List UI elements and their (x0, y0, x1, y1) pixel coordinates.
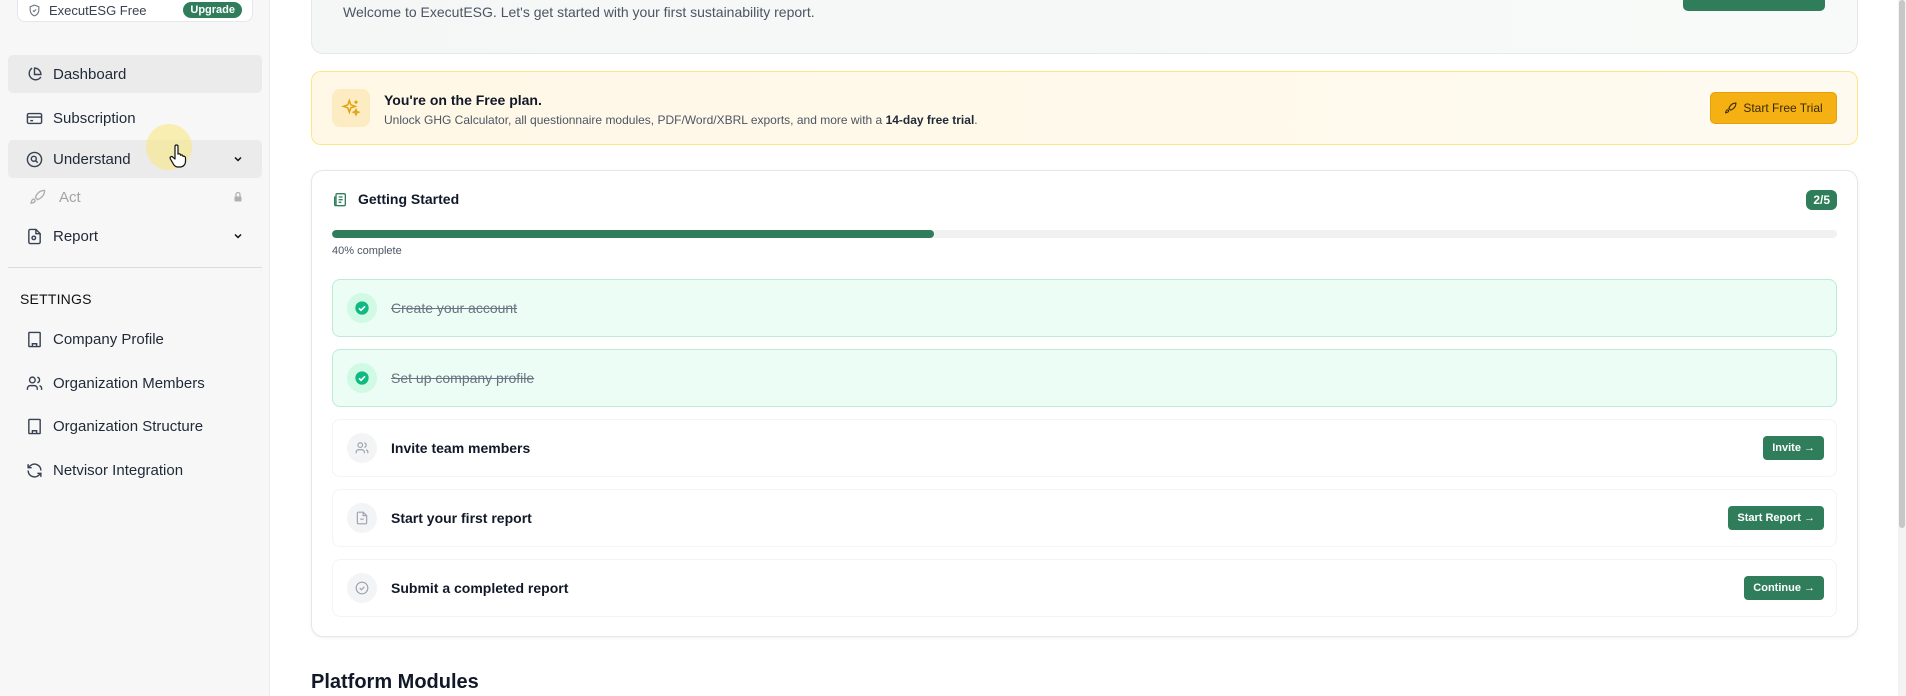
credit-card-icon (25, 109, 43, 127)
hand-pointer-icon (168, 144, 188, 168)
continue-button[interactable]: Continue → (1744, 576, 1824, 600)
welcome-card: Welcome to ExecutESG. Let's get started … (311, 0, 1858, 54)
welcome-action-button[interactable] (1683, 0, 1825, 11)
users-icon (347, 433, 377, 463)
check-circle-icon (347, 573, 377, 603)
progress-bar (332, 230, 1837, 238)
free-plan-description: Unlock GHG Calculator, all questionnaire… (384, 113, 978, 127)
nav-item-company-profile[interactable]: Company Profile (8, 320, 262, 358)
upgrade-button[interactable]: Upgrade (183, 2, 242, 18)
nav-item-organization-structure[interactable]: Organization Structure (8, 407, 262, 445)
step-create-account[interactable]: Create your account (332, 279, 1837, 337)
getting-started-card: Getting Started 2/5 40% complete Create … (311, 170, 1858, 637)
nav-label: Understand (53, 150, 131, 168)
rocket-icon (28, 188, 46, 206)
chevron-down-icon[interactable] (232, 153, 244, 165)
plan-name: ExecutESG Free (49, 2, 147, 18)
search-circle-icon (25, 150, 43, 168)
step-label: Submit a completed report (391, 580, 569, 596)
sidebar: ExecutESG Free Upgrade Dashboard Subscri… (0, 0, 270, 696)
welcome-text: Welcome to ExecutESG. Let's get started … (343, 4, 815, 20)
nav-label: Company Profile (53, 330, 164, 348)
sparkles-icon (332, 89, 370, 127)
nav-item-organization-members[interactable]: Organization Members (8, 364, 262, 402)
document-icon (347, 503, 377, 533)
building-icon (25, 330, 43, 348)
step-label: Set up company profile (391, 370, 535, 386)
platform-modules-heading: Platform Modules (311, 671, 479, 693)
check-circle-icon (347, 293, 377, 323)
check-circle-icon (347, 363, 377, 393)
page-scrollbar[interactable] (1898, 0, 1906, 696)
scrollbar-thumb[interactable] (1899, 0, 1905, 528)
progress-fill (332, 230, 934, 238)
nav-item-dashboard[interactable]: Dashboard (8, 55, 262, 93)
nav-label: Organization Members (53, 374, 205, 392)
step-label: Invite team members (391, 440, 531, 456)
clipboard-list-icon (332, 191, 348, 207)
shield-check-icon (28, 4, 41, 17)
nav-item-understand[interactable]: Understand (8, 140, 262, 178)
pie-chart-icon (25, 65, 43, 83)
step-submit-report[interactable]: Submit a completed report Continue → (332, 559, 1837, 617)
step-invite-team[interactable]: Invite team members Invite → (332, 419, 1837, 477)
nav-item-subscription[interactable]: Subscription (8, 99, 262, 137)
nav-label: Report (53, 227, 99, 245)
nav-label: Act (59, 188, 81, 206)
refresh-icon (25, 461, 43, 479)
building-icon (25, 417, 43, 435)
users-icon (25, 374, 43, 392)
step-label: Start your first report (391, 510, 532, 526)
progress-text: 40% complete (332, 245, 402, 257)
start-free-trial-button[interactable]: Start Free Trial (1710, 92, 1837, 124)
settings-heading: SETTINGS (20, 291, 92, 307)
getting-started-title: Getting Started (358, 191, 460, 207)
nav-label: Dashboard (53, 65, 127, 83)
start-report-button[interactable]: Start Report → (1728, 506, 1824, 530)
getting-started-header: Getting Started (332, 191, 459, 207)
lock-icon (232, 191, 244, 203)
rocket-icon (1724, 102, 1737, 115)
steps-count-badge: 2/5 (1806, 190, 1837, 210)
chevron-down-icon[interactable] (232, 230, 244, 242)
step-label: Create your account (391, 300, 518, 316)
document-icon (25, 227, 43, 245)
start-free-trial-label: Start Free Trial (1743, 101, 1823, 115)
desc-text: Unlock GHG Calculator, all questionnaire… (384, 113, 886, 127)
desc-suffix: . (974, 113, 978, 127)
sidebar-divider (8, 267, 262, 268)
nav-item-report[interactable]: Report (8, 217, 262, 255)
nav-label: Netvisor Integration (53, 461, 184, 479)
step-first-report[interactable]: Start your first report Start Report → (332, 489, 1837, 547)
free-plan-banner: You're on the Free plan. Unlock GHG Calc… (311, 71, 1858, 145)
nav-label: Organization Structure (53, 417, 204, 435)
nav-item-act: Act (8, 178, 262, 216)
nav-item-netvisor-integration[interactable]: Netvisor Integration (8, 451, 262, 489)
free-plan-title: You're on the Free plan. (384, 92, 542, 108)
step-company-profile[interactable]: Set up company profile (332, 349, 1837, 407)
invite-button[interactable]: Invite → (1763, 436, 1824, 460)
plan-badge[interactable]: ExecutESG Free Upgrade (17, 0, 253, 22)
desc-highlight: 14-day free trial (885, 113, 975, 127)
nav-label: Subscription (53, 109, 136, 127)
